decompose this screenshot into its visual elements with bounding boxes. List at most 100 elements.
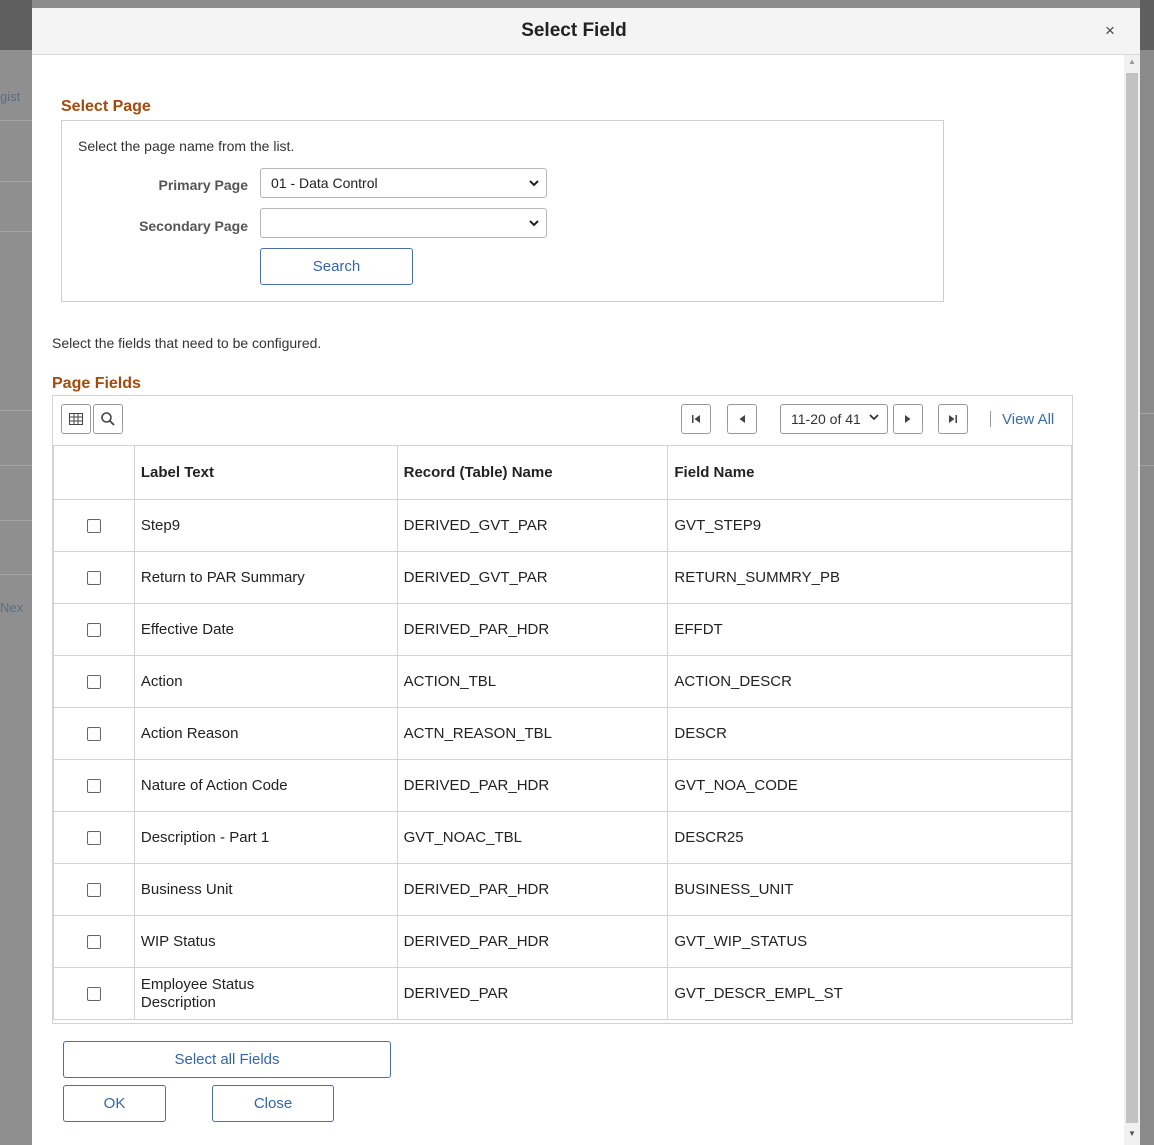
close-icon[interactable]: × bbox=[1098, 19, 1122, 43]
background-divider bbox=[0, 181, 32, 182]
chevron-down-icon bbox=[528, 214, 540, 235]
select-page-instruction: Select the page name from the list. bbox=[78, 138, 295, 154]
label-text-cell: Nature of Action Code bbox=[133, 759, 398, 812]
table-row: Step9 DERIVED_GVT_PAR GVT_STEP9 bbox=[53, 499, 1072, 552]
table-row: Return to PAR Summary DERIVED_GVT_PAR RE… bbox=[53, 551, 1072, 604]
table-row: Action ACTION_TBL ACTION_DESCR bbox=[53, 655, 1072, 708]
background-divider bbox=[0, 574, 32, 575]
row-checkbox[interactable] bbox=[86, 623, 101, 638]
background-divider bbox=[1140, 413, 1154, 414]
table-row: Nature of Action Code DERIVED_PAR_HDR GV… bbox=[53, 759, 1072, 812]
background-header bbox=[0, 0, 32, 50]
row-checkbox[interactable] bbox=[86, 831, 101, 846]
field-name-cell: RETURN_SUMMRY_PB bbox=[667, 551, 1072, 604]
record-name-cell: DERIVED_PAR_HDR bbox=[396, 915, 669, 968]
select-column-header bbox=[53, 445, 135, 500]
table-row: Business Unit DERIVED_PAR_HDR BUSINESS_U… bbox=[53, 863, 1072, 916]
page-fields-grid: 11-20 of 41 View All Label Text Record (… bbox=[52, 395, 1073, 1024]
last-page-icon[interactable] bbox=[938, 404, 968, 434]
row-checkbox[interactable] bbox=[86, 935, 101, 950]
scroll-up-arrow-icon[interactable]: ▲ bbox=[1124, 57, 1140, 71]
label-text-cell: Action Reason bbox=[133, 707, 398, 760]
modal-title: Select Field bbox=[521, 20, 627, 41]
primary-page-label: Primary Page bbox=[158, 177, 249, 193]
row-checkbox[interactable] bbox=[86, 779, 101, 794]
primary-page-select[interactable]: 01 - Data Control bbox=[260, 168, 547, 198]
row-checkbox[interactable] bbox=[86, 519, 101, 534]
secondary-page-select[interactable] bbox=[260, 208, 547, 238]
label-text-cell: Return to PAR Summary bbox=[133, 551, 398, 604]
row-checkbox[interactable] bbox=[86, 987, 101, 1002]
record-name-column-header: Record (Table) Name bbox=[396, 445, 669, 500]
page-range-select[interactable]: 11-20 of 41 bbox=[780, 404, 888, 434]
field-name-cell: GVT_NOA_CODE bbox=[667, 759, 1072, 812]
search-button[interactable]: Search bbox=[260, 248, 413, 285]
modal-header: Select Field × bbox=[32, 8, 1140, 55]
field-name-column-header: Field Name bbox=[667, 445, 1072, 500]
modal-scrollbar[interactable]: ▲ ▼ bbox=[1124, 55, 1140, 1145]
background-divider bbox=[0, 520, 32, 521]
row-select-cell bbox=[53, 967, 135, 1020]
scroll-down-arrow-icon[interactable]: ▼ bbox=[1124, 1129, 1140, 1143]
label-text-cell: Description - Part 1 bbox=[133, 811, 398, 864]
background-left-strip: gist Nex bbox=[0, 0, 32, 1145]
close-button[interactable]: Close bbox=[212, 1085, 334, 1122]
row-checkbox[interactable] bbox=[86, 727, 101, 742]
field-name-cell: GVT_DESCR_EMPL_ST bbox=[667, 967, 1072, 1020]
search-icon[interactable] bbox=[93, 404, 123, 434]
field-name-cell: EFFDT bbox=[667, 603, 1072, 656]
row-select-cell bbox=[53, 551, 135, 604]
label-text-wrap: Employee Status Description bbox=[140, 975, 255, 1011]
row-checkbox[interactable] bbox=[86, 571, 101, 586]
row-checkbox[interactable] bbox=[86, 883, 101, 898]
label-text-cell: Employee Status Description bbox=[133, 967, 398, 1020]
table-row: Effective Date DERIVED_PAR_HDR EFFDT bbox=[53, 603, 1072, 656]
background-text: Nex bbox=[0, 600, 24, 615]
select-all-fields-button[interactable]: Select all Fields bbox=[63, 1041, 391, 1078]
row-select-cell bbox=[53, 811, 135, 864]
label-text-column-header: Label Text bbox=[133, 445, 398, 500]
row-select-cell bbox=[53, 915, 135, 968]
chevron-down-icon bbox=[528, 174, 540, 195]
background-right-strip bbox=[1140, 0, 1154, 1145]
ok-button[interactable]: OK bbox=[63, 1085, 166, 1122]
next-page-icon[interactable] bbox=[893, 404, 923, 434]
row-checkbox[interactable] bbox=[86, 675, 101, 690]
row-select-cell bbox=[53, 863, 135, 916]
row-select-cell bbox=[53, 759, 135, 812]
view-all-link[interactable]: View All bbox=[1002, 411, 1054, 428]
row-select-cell bbox=[53, 603, 135, 656]
select-field-modal: Select Field × ▲ ▼ Select Page Select th… bbox=[32, 8, 1140, 1145]
previous-page-icon[interactable] bbox=[727, 404, 757, 434]
record-name-cell: DERIVED_GVT_PAR bbox=[396, 551, 669, 604]
personalize-grid-icon[interactable] bbox=[61, 404, 91, 434]
record-name-cell: DERIVED_PAR_HDR bbox=[396, 863, 669, 916]
row-select-cell bbox=[53, 707, 135, 760]
field-name-cell: BUSINESS_UNIT bbox=[667, 863, 1072, 916]
select-page-box: Select the page name from the list. Prim… bbox=[61, 120, 944, 302]
background-divider bbox=[0, 120, 32, 121]
first-page-icon[interactable] bbox=[681, 404, 711, 434]
label-text-cell: WIP Status bbox=[133, 915, 398, 968]
record-name-cell: ACTION_TBL bbox=[396, 655, 669, 708]
label-text-cell: Effective Date bbox=[133, 603, 398, 656]
field-name-cell: GVT_WIP_STATUS bbox=[667, 915, 1072, 968]
row-select-cell bbox=[53, 499, 135, 552]
field-name-cell: DESCR25 bbox=[667, 811, 1072, 864]
field-name-cell: ACTION_DESCR bbox=[667, 655, 1072, 708]
record-name-cell: DERIVED_PAR_HDR bbox=[396, 603, 669, 656]
table-header-row: Label Text Record (Table) Name Field Nam… bbox=[53, 445, 1072, 500]
background-divider bbox=[0, 231, 32, 232]
label-text-cell: Action bbox=[133, 655, 398, 708]
label-text-cell: Business Unit bbox=[133, 863, 398, 916]
fields-instruction: Select the fields that need to be config… bbox=[52, 335, 322, 351]
pager-divider bbox=[990, 411, 991, 427]
background-header bbox=[1140, 0, 1154, 50]
background-divider bbox=[0, 465, 32, 466]
secondary-page-label: Secondary Page bbox=[139, 218, 248, 234]
field-name-cell: DESCR bbox=[667, 707, 1072, 760]
background-text: gist bbox=[0, 89, 21, 104]
select-page-title: Select Page bbox=[61, 98, 151, 115]
scrollbar-thumb[interactable] bbox=[1126, 73, 1138, 1123]
table-row: Action Reason ACTN_REASON_TBL DESCR bbox=[53, 707, 1072, 760]
